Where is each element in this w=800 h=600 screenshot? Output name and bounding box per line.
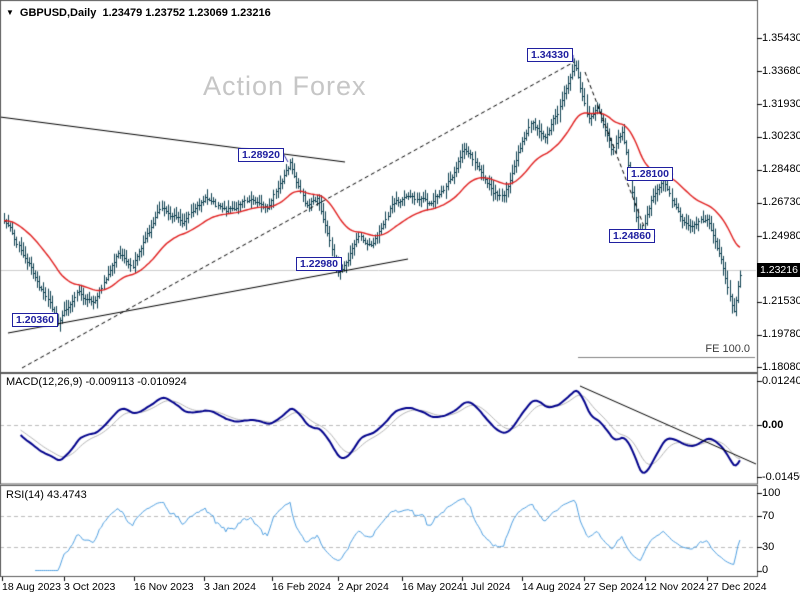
- date-axis-label: 27 Sep 2024: [584, 581, 644, 593]
- date-axis-label: 12 Nov 2024: [645, 581, 705, 593]
- rsi-axis-tick: 0: [762, 564, 769, 576]
- current-price-tag: 1.23216: [757, 262, 800, 277]
- chart-title: ▼ GBPUSD,Daily 1.23479 1.23752 1.23069 1.…: [6, 6, 271, 20]
- price-axis-tick: 1.30230: [762, 130, 800, 143]
- rsi-indicator-label: RSI(14) 43.4743: [6, 489, 87, 501]
- price-axis-tick: 1.28480: [762, 163, 800, 176]
- date-axis-label: 14 Aug 2024: [522, 581, 581, 593]
- date-axis-label: 16 Nov 2023: [134, 581, 194, 593]
- fibonacci-extension-label: FE 100.0: [705, 343, 750, 355]
- price-annotation[interactable]: 1.34330: [527, 48, 573, 62]
- macd-indicator-label: MACD(12,26,9) -0.009113 -0.010924: [6, 376, 187, 388]
- price-annotation[interactable]: 1.22980: [296, 257, 342, 271]
- rsi-axis-tick: 100: [762, 486, 781, 499]
- chevron-down-icon[interactable]: ▼: [6, 6, 14, 19]
- date-axis-label: 3 Oct 2023: [64, 581, 116, 593]
- price-axis-tick: 1.19780: [762, 328, 800, 341]
- date-axis-label: 3 Jan 2024: [204, 581, 256, 593]
- symbol-timeframe-label: GBPUSD,Daily: [19, 7, 97, 19]
- date-axis-label: 1 Jul 2024: [462, 581, 511, 593]
- date-axis-label: 18 Aug 2023: [2, 581, 61, 593]
- date-axis-label: 2 Apr 2024: [338, 581, 389, 593]
- date-axis-label: 27 Dec 2024: [707, 581, 767, 593]
- price-annotation[interactable]: 1.28920: [238, 148, 284, 162]
- date-axis-label: 16 Feb 2024: [272, 581, 331, 593]
- price-annotation[interactable]: 1.20360: [12, 313, 58, 327]
- price-axis-tick: 1.31930: [762, 97, 800, 110]
- date-axis-label: 16 May 2024: [402, 581, 463, 593]
- price-annotation[interactable]: 1.24860: [609, 229, 655, 243]
- price-axis-tick: 1.24980: [762, 229, 800, 242]
- watermark: Action Forex: [203, 71, 367, 101]
- price-axis-tick: 1.33680: [762, 64, 800, 77]
- macd-axis-tick: -0.014502: [762, 470, 800, 483]
- price-chart-canvas[interactable]: [0, 0, 800, 600]
- macd-axis-tick: 0.012403: [762, 374, 800, 387]
- price-axis-tick: 1.18080: [762, 360, 800, 373]
- rsi-axis-tick: 30: [762, 540, 775, 553]
- macd-axis-tick: 0.00: [762, 418, 784, 431]
- chart-window: ▼ GBPUSD,Daily 1.23479 1.23752 1.23069 1.…: [0, 0, 800, 600]
- price-annotation[interactable]: 1.28100: [627, 167, 673, 181]
- rsi-axis-tick: 70: [762, 509, 775, 522]
- price-axis-tick: 1.26730: [762, 196, 800, 209]
- price-axis-tick: 1.21530: [762, 295, 800, 308]
- ohlc-values-label: 1.23479 1.23752 1.23069 1.23216: [102, 7, 271, 19]
- price-axis-tick: 1.35430: [762, 31, 800, 44]
